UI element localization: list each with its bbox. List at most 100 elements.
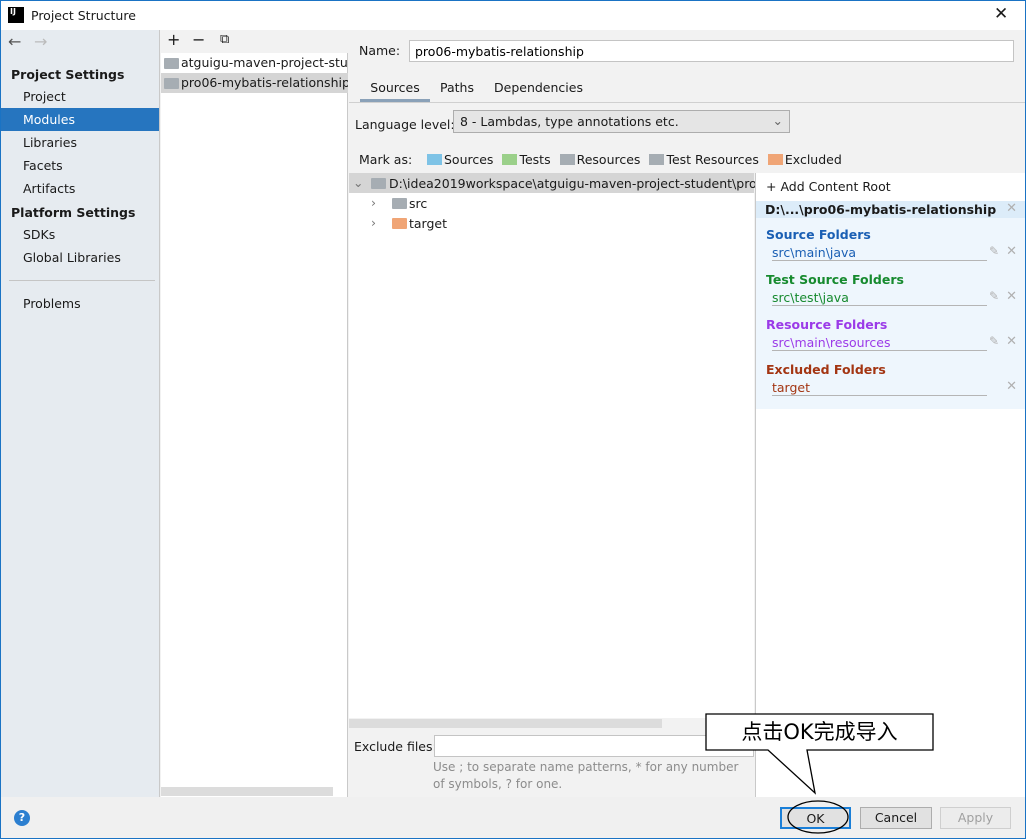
expand-down-icon[interactable]: ⌄ [353, 175, 363, 190]
language-level-select[interactable]: 8 - Lambdas, type annotations etc. ⌄ [453, 110, 790, 133]
close-icon[interactable]: ✕ [994, 4, 1008, 24]
folder-icon [502, 154, 518, 165]
mark-as-label: Sources [444, 152, 494, 167]
tree-row-src[interactable]: › src [349, 193, 754, 213]
mark-as-test-resources-button[interactable]: Test Resources [649, 152, 759, 167]
edit-pencil-icon[interactable]: ✎ [989, 244, 999, 258]
excluded-folder-icon [392, 218, 407, 229]
app-icon: IJ [8, 7, 24, 23]
sidebar-item-libraries[interactable]: Libraries [1, 131, 159, 154]
sidebar-item-artifacts[interactable]: Artifacts [1, 177, 159, 200]
horizontal-scrollbar[interactable] [349, 719, 662, 728]
folder-group-title: Resource Folders [766, 317, 888, 332]
tree-root-label: D:\idea2019workspace\atguigu-maven-proje… [389, 176, 778, 191]
sidebar-item-modules[interactable]: Modules [1, 108, 159, 131]
add-content-root-button[interactable]: + Add Content Root [766, 179, 891, 194]
remove-folder-icon[interactable]: ✕ [1006, 379, 1017, 394]
mark-as-label: Resources [576, 152, 641, 167]
edit-pencil-icon[interactable]: ✎ [989, 334, 999, 348]
window-title: Project Structure [31, 8, 136, 23]
language-level-label: Language level: [355, 117, 455, 132]
apply-button: Apply [940, 807, 1011, 829]
folder-path[interactable]: src\main\resources [772, 335, 987, 351]
sidebar: ← → Project Settings Project Modules Lib… [1, 30, 160, 797]
remove-folder-icon[interactable]: ✕ [1006, 334, 1017, 349]
module-item-selected[interactable]: pro06-mybatis-relationship [161, 73, 348, 93]
folder-icon [767, 154, 783, 165]
tree-root-row[interactable]: ⌄ D:\idea2019workspace\atguigu-maven-pro… [349, 173, 777, 193]
edit-pencil-icon[interactable]: ✎ [989, 289, 999, 303]
exclude-files-hint: Use ; to separate name patterns, * for a… [433, 760, 739, 791]
content-root-header: D:\...\pro06-mybatis-relationship ✕ [756, 201, 1025, 218]
tab-sources[interactable]: Sources [360, 80, 430, 102]
module-label: atguigu-maven-project-student [181, 55, 348, 70]
remove-folder-icon[interactable]: ✕ [1006, 244, 1017, 259]
module-folder-icon [164, 78, 179, 89]
folder-path[interactable]: target [772, 380, 987, 396]
sidebar-item-project[interactable]: Project [1, 85, 159, 108]
module-label: pro06-mybatis-relationship [181, 75, 348, 90]
folder-icon [559, 154, 575, 165]
tab-divider [349, 102, 1025, 103]
forward-arrow-icon[interactable]: → [34, 32, 47, 51]
folder-group-title: Excluded Folders [766, 362, 886, 377]
remove-root-icon[interactable]: ✕ [1006, 201, 1017, 216]
module-list: + − ⧉ atguigu-maven-project-student pro0… [161, 30, 348, 797]
mark-as-sources-button[interactable]: Sources [427, 152, 493, 167]
content-roots-panel: + Add Content Root D:\...\pro06-mybatis-… [755, 173, 1025, 797]
module-toolbar: + − ⧉ [161, 30, 348, 53]
mark-as-tests-button[interactable]: Tests [502, 152, 551, 167]
tab-dependencies[interactable]: Dependencies [494, 80, 583, 102]
cancel-button[interactable]: Cancel [860, 807, 932, 829]
folder-icon [649, 154, 665, 165]
remove-icon[interactable]: − [192, 30, 205, 49]
title-bar: IJ Project Structure ✕ [1, 1, 1025, 30]
mark-as-excluded-button[interactable]: Excluded [767, 152, 842, 167]
mark-as-label: Test Resources [666, 152, 759, 167]
exclude-files-label: Exclude files: [354, 739, 437, 754]
folder-group-title: Source Folders [766, 227, 871, 242]
module-item[interactable]: atguigu-maven-project-student [161, 53, 348, 73]
chevron-right-icon[interactable]: › [371, 215, 376, 230]
divider [9, 280, 155, 281]
copy-icon[interactable]: ⧉ [220, 32, 229, 47]
ok-button[interactable]: OK [780, 807, 851, 829]
back-arrow-icon[interactable]: ← [8, 32, 21, 51]
mark-as-label: Tests [519, 152, 551, 167]
callout-text: 点击OK完成导入 [741, 720, 898, 744]
module-folder-icon [164, 58, 179, 69]
folder-path[interactable]: src\main\java [772, 245, 987, 261]
add-icon[interactable]: + [167, 30, 180, 49]
project-settings-heading: Project Settings [11, 67, 125, 82]
remove-folder-icon[interactable]: ✕ [1006, 289, 1017, 304]
content-root-path: D:\...\pro06-mybatis-relationship [765, 202, 997, 217]
name-input[interactable] [409, 40, 1014, 62]
plus-icon: + [766, 179, 781, 194]
sidebar-item-sdks[interactable]: SDKs [1, 223, 159, 246]
mark-as-resources-button[interactable]: Resources [559, 152, 641, 167]
folder-group-title: Test Source Folders [766, 272, 904, 287]
name-label: Name: [359, 43, 401, 58]
content-tree: ⌄ D:\idea2019workspace\atguigu-maven-pro… [349, 173, 777, 728]
mark-as-label: Excluded [784, 152, 842, 167]
mark-as-buttons: Sources Tests Resources Test Resources Exclu… [427, 152, 851, 170]
folder-icon [427, 154, 442, 165]
mark-as-label: Mark as: [359, 152, 413, 167]
folder-icon [392, 198, 407, 209]
chevron-down-icon: ⌄ [772, 113, 783, 128]
folder-icon [371, 178, 386, 189]
sidebar-item-global-libraries[interactable]: Global Libraries [1, 246, 159, 269]
tree-label: src [409, 196, 428, 211]
folder-path[interactable]: src\test\java [772, 290, 987, 306]
add-content-root-label: Add Content Root [780, 179, 891, 194]
horizontal-scrollbar[interactable] [161, 787, 333, 796]
platform-settings-heading: Platform Settings [11, 205, 136, 220]
tree-row-target[interactable]: › target [349, 213, 754, 233]
sidebar-item-facets[interactable]: Facets [1, 154, 159, 177]
tab-paths[interactable]: Paths [440, 80, 474, 102]
chevron-right-icon[interactable]: › [371, 195, 376, 210]
help-icon[interactable]: ? [14, 810, 30, 826]
sidebar-item-problems[interactable]: Problems [1, 292, 159, 315]
content-root-block: D:\...\pro06-mybatis-relationship ✕ Sour… [756, 201, 1025, 409]
language-level-value: 8 - Lambdas, type annotations etc. [460, 114, 679, 129]
